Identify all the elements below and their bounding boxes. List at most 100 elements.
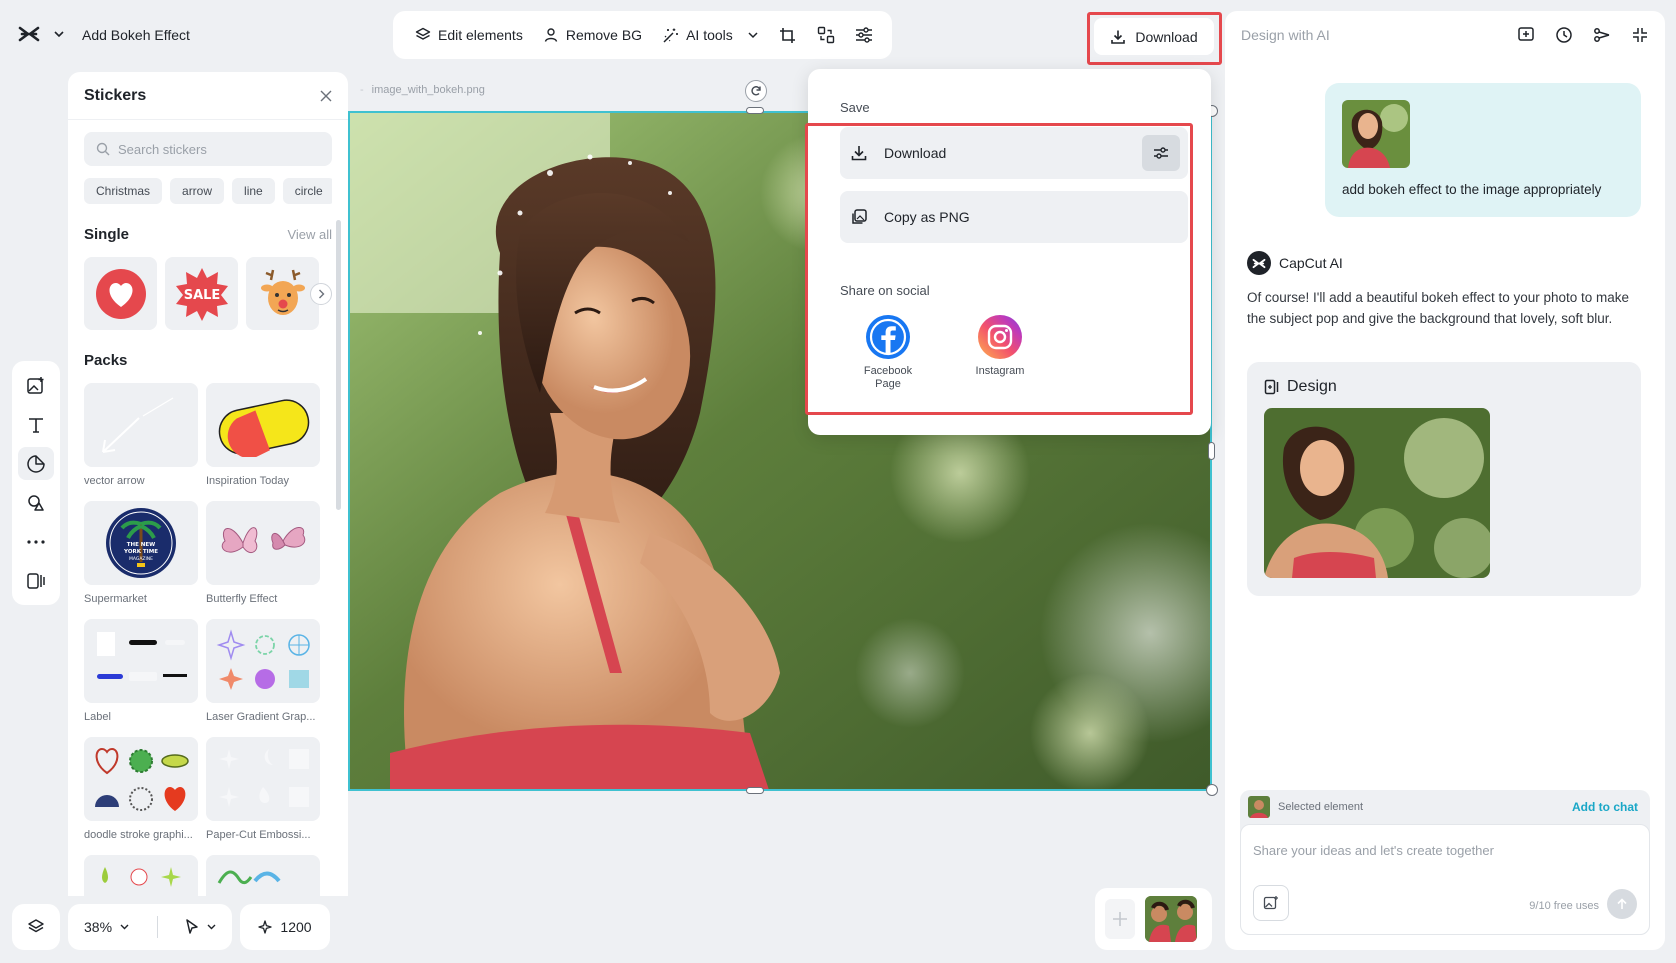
rail-more-button[interactable]: [18, 525, 54, 558]
canvas-file-name: - image_with_bokeh.png: [360, 84, 485, 96]
pack-label: Inspiration Today: [206, 475, 289, 487]
chevron-down-icon: [120, 924, 129, 930]
resize-handle-bottom[interactable]: [746, 787, 764, 794]
pack-item[interactable]: THE NEW YORK TIME MAGAZINE Supermarket: [84, 501, 198, 613]
rail-video-button[interactable]: [18, 564, 54, 597]
search-placeholder: Search stickers: [118, 141, 207, 157]
pointer-icon: [186, 919, 198, 934]
adjust-button[interactable]: [848, 18, 880, 52]
chat-placeholder: Share your ideas and let's create togeth…: [1253, 843, 1494, 858]
save-section-label: Save: [840, 100, 870, 115]
user-message-bubble: add bokeh effect to the image appropriat…: [1325, 83, 1641, 217]
ai-panel-header: Design with AI: [1225, 11, 1665, 59]
magazine-badge-icon: THE NEWYORK TIMEMAGAZINE: [106, 508, 176, 578]
pointer-select[interactable]: [185, 919, 216, 935]
credits-button[interactable]: 1200: [240, 904, 330, 950]
side-rail: [12, 361, 60, 605]
pack-item[interactable]: Label: [84, 619, 198, 731]
sticker-reindeer[interactable]: [246, 257, 319, 330]
rail-stickers-button[interactable]: [18, 447, 54, 480]
pack-item[interactable]: [206, 855, 320, 896]
capcut-logo-menu[interactable]: [18, 25, 64, 43]
crop-icon: [780, 27, 796, 43]
stickers-scrollbar[interactable]: [336, 220, 341, 510]
butterfly-icon: [221, 527, 306, 553]
rail-image-button[interactable]: [18, 369, 54, 402]
selected-element-label: Selected element: [1278, 801, 1363, 813]
sale-badge-icon: SALE: [175, 267, 228, 321]
save-options-highlight: [805, 123, 1193, 415]
design-icon: [1264, 379, 1279, 395]
chip-circle[interactable]: circle: [282, 178, 332, 204]
selected-element-row: Selected element Add to chat: [1240, 790, 1650, 824]
pack-item[interactable]: [84, 855, 198, 896]
doodle-shapes-icon: [95, 747, 189, 811]
stickers-header: Stickers: [68, 72, 348, 120]
ai-panel-title: Design with AI: [1241, 27, 1330, 43]
assistant-message-text: Of course! I'll add a beautiful bokeh ef…: [1247, 290, 1630, 326]
send-button[interactable]: [1607, 889, 1637, 919]
person-icon: [544, 28, 558, 42]
share-icon[interactable]: [1593, 26, 1611, 44]
stickers-title: Stickers: [84, 86, 147, 104]
attach-image-button[interactable]: [1253, 885, 1289, 921]
layers-icon: [415, 27, 431, 40]
pack-item[interactable]: doodle stroke graphi...: [84, 737, 198, 849]
rail-text-button[interactable]: [18, 408, 54, 441]
design-result-card[interactable]: Design: [1247, 362, 1641, 596]
remove-bg-button[interactable]: Remove BG: [533, 18, 652, 52]
gradient-shapes-icon: [216, 629, 310, 690]
chat-input[interactable]: Share your ideas and let's create togeth…: [1240, 824, 1650, 935]
rotate-handle[interactable]: [745, 80, 767, 102]
pack-item[interactable]: Inspiration Today: [206, 383, 320, 495]
history-icon[interactable]: [1555, 26, 1573, 44]
pack-thumb: [84, 737, 198, 821]
download-button[interactable]: Download: [1094, 18, 1214, 55]
add-page-button[interactable]: [1105, 899, 1135, 939]
project-title[interactable]: Add Bokeh Effect: [70, 17, 202, 53]
sticker-search-input[interactable]: Search stickers: [84, 132, 332, 166]
close-icon[interactable]: [320, 90, 332, 102]
zoom-select[interactable]: 38%: [84, 919, 129, 935]
sticker-sale[interactable]: SALE: [165, 257, 238, 330]
resize-handle-right[interactable]: [1208, 442, 1215, 460]
image-add-icon: [27, 376, 44, 394]
sticker-heart[interactable]: [84, 257, 157, 330]
ai-tools-button[interactable]: AI tools: [652, 18, 768, 52]
more-dots-icon: [27, 539, 45, 544]
resize-handle-top[interactable]: [746, 107, 764, 114]
pack-label: vector arrow: [84, 475, 145, 487]
chip-christmas[interactable]: Christmas: [84, 178, 163, 204]
new-chat-icon[interactable]: [1517, 26, 1535, 44]
single-next-button[interactable]: [310, 283, 332, 305]
collapse-icon[interactable]: [1631, 26, 1649, 44]
rail-shapes-button[interactable]: [18, 486, 54, 519]
layers-button[interactable]: [12, 904, 60, 950]
single-title: Single: [84, 226, 130, 243]
chip-arrow[interactable]: arrow: [170, 178, 225, 204]
image-add-icon: [1263, 896, 1278, 910]
resize-handle-corner-br[interactable]: [1206, 784, 1218, 796]
video-panel-icon: [27, 572, 45, 589]
crop-button[interactable]: [772, 18, 804, 52]
design-card-title: Design: [1264, 378, 1624, 396]
pack-item[interactable]: vector arrow: [84, 383, 198, 495]
packs-section-header: Packs: [84, 352, 332, 369]
pack-item[interactable]: Butterfly Effect: [206, 501, 320, 613]
add-to-chat-button[interactable]: Add to chat: [1572, 800, 1638, 814]
user-attached-image[interactable]: [1342, 100, 1410, 168]
chat-composer: Selected element Add to chat Share your …: [1240, 790, 1650, 935]
plus-icon: [1113, 912, 1127, 926]
pack-item[interactable]: Laser Gradient Grap...: [206, 619, 320, 731]
page-thumbnail[interactable]: [1145, 896, 1197, 942]
sliders-icon: [855, 27, 872, 43]
chip-line[interactable]: line: [232, 178, 275, 204]
pack-item[interactable]: Paper-Cut Embossi...: [206, 737, 320, 849]
edit-elements-button[interactable]: Edit elements: [405, 18, 533, 52]
pack-label: Label: [84, 711, 111, 723]
view-all-link[interactable]: View all: [287, 227, 332, 242]
design-result-image: [1264, 408, 1490, 578]
design-result-thumbnail[interactable]: [1264, 408, 1490, 578]
arrange-button[interactable]: [810, 18, 842, 52]
svg-text:MAGAZINE: MAGAZINE: [129, 556, 153, 562]
